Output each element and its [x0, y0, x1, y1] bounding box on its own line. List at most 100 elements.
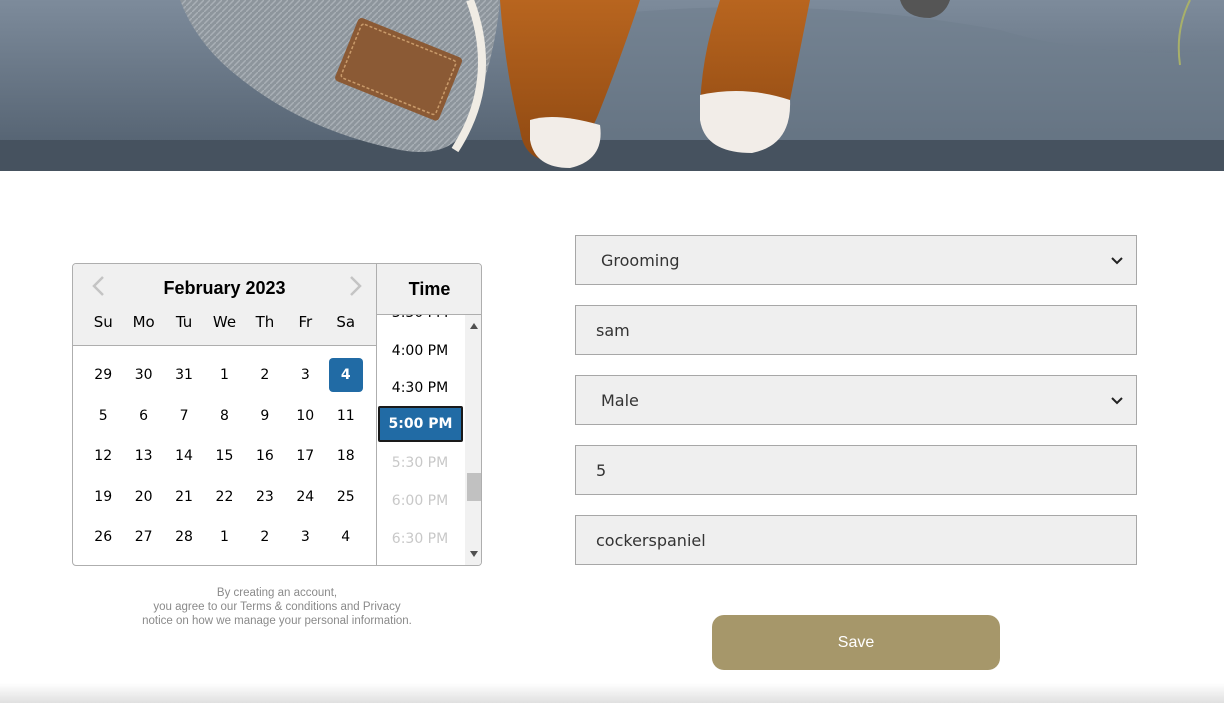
calendar-day-number: 21: [175, 488, 193, 505]
calendar-day-number: 19: [94, 488, 113, 505]
calendar-header: February 2023 Su Mo Tu We Th Fr Sa: [73, 264, 376, 346]
calendar-day-number: 2: [260, 529, 270, 545]
time-list[interactable]: 6:30 PM 6:00 PM 5:30 PM 5:00 PM 4:30 PM 4:00 …: [377, 315, 481, 565]
time-option[interactable]: 4:30 PM: [377, 370, 463, 406]
calendar-day[interactable]: 15: [204, 439, 244, 480]
calendar-day-number: 30: [134, 367, 153, 383]
time-option: 6:00 PM: [391, 493, 449, 509]
chevron-down-icon: [1111, 257, 1123, 265]
time-option[interactable]: 4:00 PM: [377, 333, 463, 369]
calendar-day-number: 26: [94, 529, 113, 545]
calendar-day-number: 3: [300, 367, 310, 383]
weekday-label: Tu: [175, 313, 193, 331]
calendar-day[interactable]: 1: [204, 358, 244, 399]
calendar-day[interactable]: 19: [83, 480, 123, 521]
calendar-week-row: 12 13 14 15 16 17 18: [83, 439, 366, 480]
calendar-week-row: 29 30 31 1 2 3 4: [83, 358, 366, 399]
calendar-day[interactable]: 24: [285, 480, 325, 521]
pet-name-value: sam: [596, 320, 630, 340]
calendar-day-number: 2: [260, 367, 270, 383]
calendar-day-number: 23: [255, 488, 274, 505]
calendar-day-number: 31: [175, 367, 193, 383]
calendar-day[interactable]: 3: [285, 358, 325, 399]
breed-value: cockerspaniel: [596, 530, 706, 550]
age-input[interactable]: 5: [575, 445, 1137, 495]
service-select[interactable]: Grooming: [575, 235, 1137, 285]
calendar-day[interactable]: 16: [245, 439, 285, 480]
calendar-day[interactable]: 18: [326, 439, 366, 480]
calendar-days-grid: 29 30 31 1 2 3 4 5 6 7 8 9 10 11 12 13 14 15 16 17 18 19 20 21 2…: [83, 358, 366, 561]
time-header: Time: [377, 264, 481, 315]
calendar-day[interactable]: 4: [326, 520, 366, 561]
calendar-day[interactable]: 5: [83, 399, 123, 440]
calendar-day-number: 6: [139, 407, 149, 424]
disclaimer-line-2: you agree to our Terms & conditions and …: [153, 601, 401, 613]
datetime-picker: February 2023 Su Mo Tu We Th Fr Sa 29 30 31 1 2 3 4 5…: [72, 263, 482, 566]
calendar-day-number: 18: [336, 448, 355, 464]
calendar-day[interactable]: 28: [164, 520, 204, 561]
calendar-day[interactable]: 22: [204, 480, 244, 521]
calendar-day[interactable]: 27: [123, 520, 163, 561]
calendar-day-number: 15: [215, 448, 234, 464]
calendar-day[interactable]: 26: [83, 520, 123, 561]
calendar-day-number: 4: [328, 358, 363, 392]
weekday-label: Mo: [132, 313, 155, 331]
calendar-day[interactable]: 2: [245, 520, 285, 561]
calendar-day[interactable]: 25: [326, 480, 366, 521]
calendar-day[interactable]: 20: [123, 480, 163, 521]
scroll-up-arrow-icon[interactable]: [470, 323, 478, 329]
gender-select[interactable]: Male: [575, 375, 1137, 425]
calendar-day-number: 13: [134, 448, 153, 464]
calendar-day[interactable]: 12: [83, 439, 123, 480]
calendar-day[interactable]: 13: [123, 439, 163, 480]
time-option-selected[interactable]: 5:00 PM: [378, 405, 463, 442]
calendar-day[interactable]: 29: [83, 358, 123, 399]
calendar-day[interactable]: 10: [285, 399, 325, 440]
calendar-day-number: 14: [175, 448, 193, 464]
breed-input[interactable]: cockerspaniel: [575, 515, 1137, 565]
disclaimer-line-3: notice on how we manage your personal in…: [142, 615, 412, 627]
calendar-day[interactable]: 1: [204, 520, 244, 561]
calendar-day[interactable]: 2: [245, 358, 285, 399]
weekday-label: We: [212, 313, 237, 331]
calendar-day-number: 11: [336, 407, 355, 424]
calendar-week-row: 5 6 7 8 9 10 11: [83, 399, 366, 440]
calendar-day-number: 7: [179, 407, 189, 424]
chevron-right-icon[interactable]: [345, 274, 367, 298]
time-option: 6:30 PM: [391, 530, 449, 547]
calendar-day-number: 12: [94, 448, 113, 464]
save-button[interactable]: Save: [712, 615, 1000, 670]
calendar-month-panel: February 2023 Su Mo Tu We Th Fr Sa 29 30 31 1 2 3 4 5…: [73, 264, 376, 565]
calendar-day-number: 5: [98, 407, 108, 424]
weekday-label: Th: [255, 313, 275, 331]
time-list-scrollbar[interactable]: [465, 315, 481, 565]
weekday-label: Su: [93, 313, 113, 331]
calendar-day-number: 1: [220, 529, 229, 545]
calendar-day-number: 28: [175, 529, 193, 545]
calendar-day-number: 16: [255, 448, 274, 464]
time-panel: Time 6:30 PM 6:00 PM 5:30 PM 5:00 PM 4:30 PM…: [376, 264, 481, 565]
calendar-day[interactable]: 17: [285, 439, 325, 480]
calendar-day-selected[interactable]: 4: [326, 358, 366, 399]
calendar-day[interactable]: 21: [164, 480, 204, 521]
calendar-day[interactable]: 7: [164, 399, 204, 440]
calendar-day[interactable]: 9: [245, 399, 285, 440]
account-disclaimer: By creating an account, you agree to our…: [120, 586, 434, 628]
calendar-day-number: 4: [341, 529, 351, 545]
calendar-day[interactable]: 30: [123, 358, 163, 399]
calendar-day[interactable]: 6: [123, 399, 163, 440]
calendar-day[interactable]: 14: [164, 439, 204, 480]
calendar-day[interactable]: 11: [326, 399, 366, 440]
calendar-day[interactable]: 3: [285, 520, 325, 561]
time-option[interactable]: 3:30 PM: [377, 315, 463, 331]
calendar-day[interactable]: 31: [164, 358, 204, 399]
calendar-day[interactable]: 8: [204, 399, 244, 440]
pet-name-input[interactable]: sam: [575, 305, 1137, 355]
scroll-down-arrow-icon[interactable]: [470, 551, 478, 557]
weekday-label: Fr: [298, 313, 313, 331]
scrollbar-thumb[interactable]: [467, 473, 481, 501]
calendar-day[interactable]: 23: [245, 480, 285, 521]
calendar-day-number: 1: [220, 367, 229, 383]
dog-photo-image: [0, 0, 1224, 171]
age-value: 5: [596, 460, 607, 480]
